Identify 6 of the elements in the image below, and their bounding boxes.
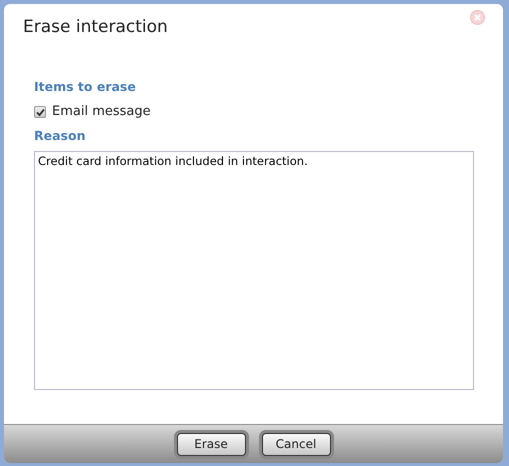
checkbox[interactable] — [34, 106, 46, 118]
checkbox-label: Email message — [52, 103, 151, 122]
reason-field[interactable]: Credit card information included in interaction. — [34, 151, 474, 390]
window-title: Erase interaction — [23, 16, 168, 40]
section-heading: Items to erase — [34, 78, 137, 96]
section-heading: Reason — [34, 127, 86, 145]
